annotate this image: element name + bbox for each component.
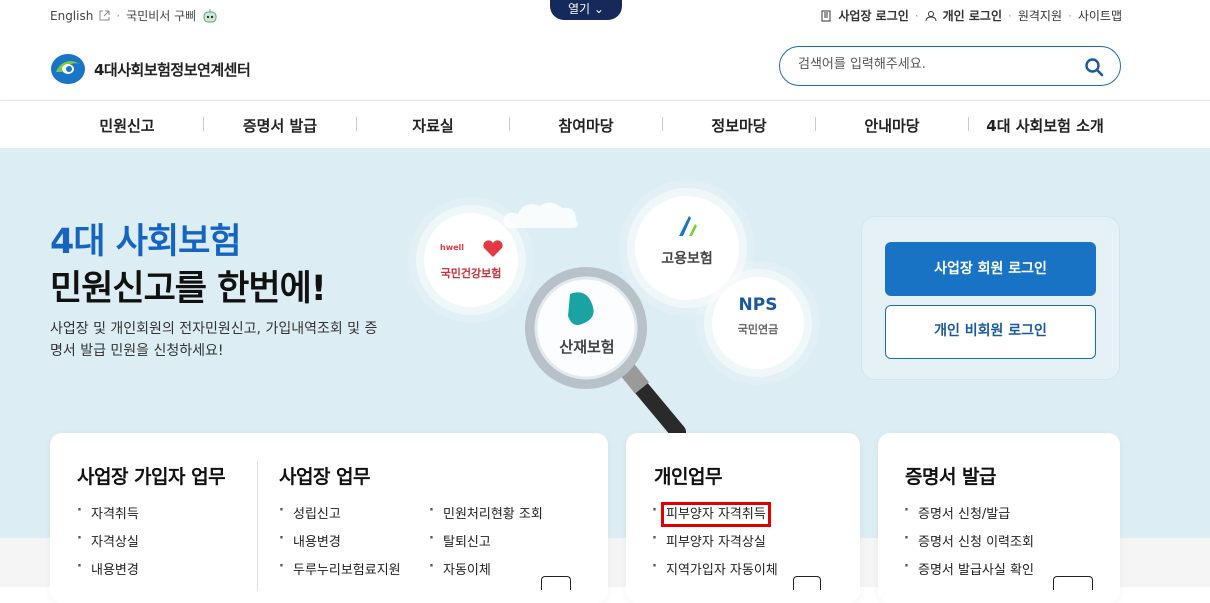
heart-icon — [483, 240, 503, 257]
nav-divider — [356, 117, 357, 131]
biz-work-list-1: 성립신고 내용변경 두루누리보험료지원 — [279, 503, 401, 587]
biz-work-list-2: 민원처리현황 조회 탈퇴신고 자동이체 — [429, 503, 543, 587]
english-link[interactable]: English — [50, 9, 93, 23]
separator: · — [1068, 8, 1072, 23]
nav-divider — [203, 117, 204, 131]
hero-description: 사업장 및 개인회원의 전자민원신고, 가입내역조회 및 증명서 발급 민원을 … — [50, 321, 378, 359]
building-icon — [821, 10, 831, 21]
list-item[interactable]: 탈퇴신고 — [429, 531, 543, 559]
nps-brand: NPS — [738, 295, 778, 315]
external-link-icon — [99, 10, 110, 21]
nav-participation[interactable]: 참여마당 — [558, 115, 613, 136]
nav-civil-report[interactable]: 민원신고 — [99, 115, 154, 136]
industrial-insurance-label: 산재보험 — [559, 338, 615, 356]
biz-work-title: 사업장 업무 — [279, 466, 371, 488]
hwell-brand: hwell — [440, 243, 464, 252]
separator: · — [116, 8, 121, 23]
nav-divider — [509, 117, 510, 131]
separator: · — [914, 8, 919, 23]
main-nav: 민원신고 증명서 발급 자료실 참여마당 정보마당 안내마당 4대 사회보험 소… — [0, 100, 1210, 148]
cert-list: 증명서 신청/발급 증명서 신청 이력조회 증명서 발급사실 확인 — [904, 503, 1034, 587]
biz-member-login-button[interactable]: 사업장 회원 로그인 — [885, 242, 1096, 296]
list-item[interactable]: 지역가입자 자동이체 — [652, 559, 778, 587]
nav-divider — [662, 117, 663, 131]
cert-title: 증명서 발급 — [905, 466, 997, 488]
pension-bubble: NPS 국민연금 — [712, 277, 804, 369]
pension-label: 국민연금 — [737, 323, 779, 336]
list-item[interactable]: 증명서 신청 이력조회 — [904, 531, 1034, 559]
search-input[interactable] — [798, 57, 1058, 72]
list-item[interactable]: 내용변경 — [77, 559, 139, 587]
robot-icon[interactable] — [202, 8, 218, 24]
remote-support-link[interactable]: 원격지원 — [1018, 7, 1062, 24]
person-icon — [925, 10, 937, 21]
site-logo[interactable]: 4대사회보험정보연계센터 — [50, 52, 251, 86]
search-icon[interactable] — [1084, 57, 1104, 77]
list-item[interactable]: 성립신고 — [279, 503, 401, 531]
list-item[interactable]: 자격상실 — [77, 531, 139, 559]
person-login-link[interactable]: 개인 로그인 — [943, 7, 1002, 24]
card-icon — [541, 576, 571, 590]
personal-list: 피부양자 자격취득 피부양자 자격상실 지역가입자 자동이체 — [652, 502, 778, 587]
separator: · — [1008, 8, 1012, 23]
list-item[interactable]: 증명서 발급사실 확인 — [904, 559, 1034, 587]
logo-text: 4대사회보험정보연계센터 — [94, 60, 251, 79]
logo-mark-icon — [51, 54, 85, 84]
list-item[interactable]: 피부양자 자격취득 — [652, 502, 778, 531]
biz-member-list: 자격취득 자격상실 내용변경 — [77, 503, 139, 587]
employment-logo-icon — [679, 216, 697, 236]
list-item[interactable]: 내용변경 — [279, 531, 401, 559]
utility-right: 사업장 로그인 · 개인 로그인 · 원격지원 · 사이트맵 — [820, 7, 1122, 24]
list-item[interactable]: 민원처리현황 조회 — [429, 503, 543, 531]
health-insurance-label: 국민건강보험 — [440, 267, 502, 280]
card-divider — [257, 461, 258, 591]
person-nonmember-login-button[interactable]: 개인 비회원 로그인 — [885, 305, 1096, 359]
sitemap-link[interactable]: 사이트맵 — [1078, 7, 1122, 24]
personal-title: 개인업무 — [654, 466, 722, 488]
nav-introduction[interactable]: 4대 사회보험 소개 — [986, 115, 1103, 136]
nav-divider — [968, 117, 969, 131]
open-label: 열기 — [568, 2, 591, 16]
list-item[interactable]: 두루누리보험료지원 — [279, 559, 401, 587]
dependent-acquire-link[interactable]: 피부양자 자격취득 — [661, 502, 771, 527]
search-box — [779, 46, 1121, 86]
biz-member-title: 사업장 가입자 업무 — [77, 466, 226, 488]
list-item[interactable]: 자격취득 — [77, 503, 139, 531]
utility-left: English · 국민비서 구삐 — [50, 7, 218, 24]
list-item[interactable]: 자동이체 — [429, 559, 543, 587]
chevron-down-icon: ⌄ — [593, 2, 604, 16]
health-insurance-bubble: hwell 국민건강보험 — [424, 213, 518, 307]
kiosk-link[interactable]: 국민비서 구삐 — [126, 7, 196, 24]
hero-title-secondary: 민원신고를 한번에! — [50, 269, 327, 309]
biz-login-link[interactable]: 사업장 로그인 — [838, 7, 908, 24]
card-icon — [793, 576, 821, 590]
list-item[interactable]: 피부양자 자격상실 — [652, 531, 778, 559]
cloud-icon — [503, 202, 579, 228]
card-icon — [1053, 576, 1093, 590]
list-item[interactable]: 증명서 신청/발급 — [904, 503, 1034, 531]
open-toggle-button[interactable]: 열기 ⌄ — [550, 0, 622, 20]
nav-archive[interactable]: 자료실 — [412, 115, 453, 136]
nav-divider — [815, 117, 816, 131]
hero-title-primary: 4대 사회보험 — [50, 222, 242, 262]
nav-information[interactable]: 정보마당 — [711, 115, 766, 136]
nav-certificate[interactable]: 증명서 발급 — [243, 115, 317, 136]
nav-guide[interactable]: 안내마당 — [864, 115, 919, 136]
utility-bar: English · 국민비서 구삐 열기 ⌄ 사업장 로그인 · 개인 로그인 … — [0, 0, 1210, 30]
